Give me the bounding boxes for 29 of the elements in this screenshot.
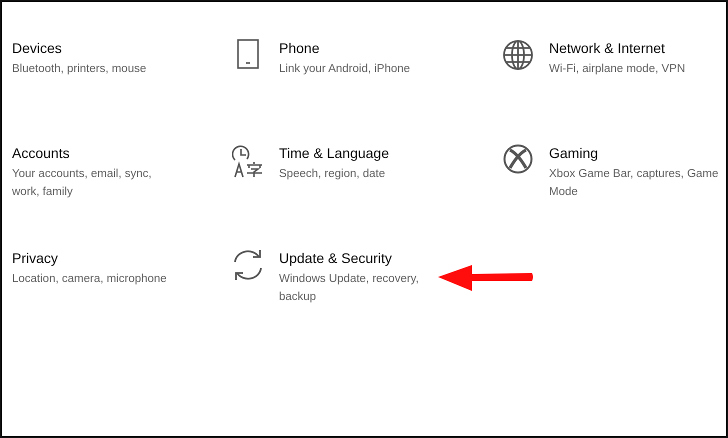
category-title: Update & Security <box>279 249 393 268</box>
category-description: Location, camera, microphone <box>12 272 168 287</box>
category-description: Bluetooth, printers, mouse <box>12 62 148 77</box>
category-description: Xbox Game Bar, captures, Game Mode <box>549 167 720 200</box>
sync-icon <box>231 249 265 281</box>
settings-category[interactable]: Update & Security Windows Update, recovery, backup <box>230 249 500 354</box>
category-title: Privacy <box>12 249 59 268</box>
settings-category[interactable]: Phone Link your Android, iPhone <box>230 39 500 144</box>
category-title: Gaming <box>549 144 600 163</box>
category-title: Time & Language <box>279 144 390 163</box>
category-title: Devices <box>12 39 63 58</box>
settings-category[interactable]: Gaming Xbox Game Bar, captures, Game Mode <box>500 144 726 249</box>
category-title: Accounts <box>12 144 71 163</box>
clock-character-icon <box>232 144 264 178</box>
category-description: Wi-Fi, airplane mode, VPN <box>549 62 686 77</box>
category-description: Windows Update, recovery, backup <box>279 272 420 305</box>
xbox-logo-icon <box>503 144 533 174</box>
category-description: Link your Android, iPhone <box>279 62 412 77</box>
category-title: Phone <box>279 39 320 58</box>
phone-icon <box>237 39 259 69</box>
settings-category[interactable]: Accounts Your accounts, email, sync, work, family <box>12 144 230 249</box>
settings-category[interactable]: Privacy Location, camera, microphone <box>12 249 230 354</box>
settings-category[interactable]: Devices Bluetooth, printers, mouse <box>12 39 230 144</box>
category-description: Speech, region, date <box>279 167 386 182</box>
globe-icon <box>502 39 534 71</box>
category-title: Network & Internet <box>549 39 666 58</box>
settings-category[interactable]: Time & Language Speech, region, date <box>230 144 500 249</box>
category-description: Your accounts, email, sync, work, family <box>12 167 153 200</box>
settings-category[interactable]: Network & Internet Wi-Fi, airplane mode, VPN <box>500 39 726 144</box>
